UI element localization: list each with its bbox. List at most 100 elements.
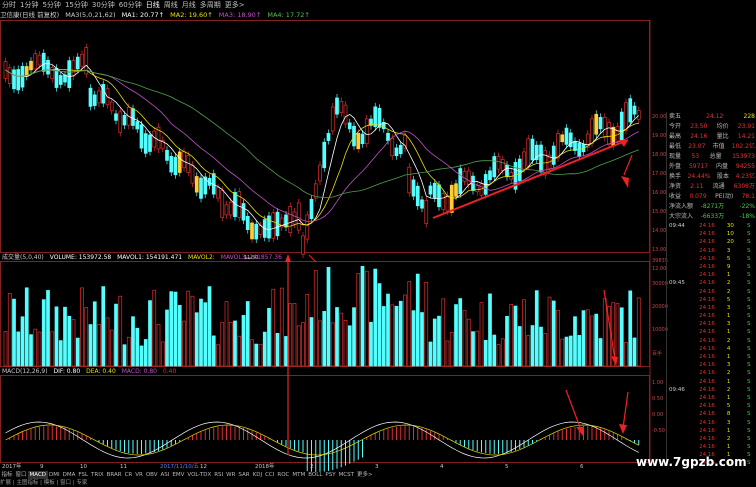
volume-bar [288, 303, 293, 367]
indicator-tab-20[interactable]: MTM [291, 471, 307, 479]
candle-body [522, 151, 526, 170]
tick-p: 24.16 [699, 337, 715, 344]
volume-bar [326, 267, 331, 367]
quote-k: 净流入额 [669, 203, 694, 210]
tick-list[interactable]: 09:44 24.16 30 S 24.16 10 S 24.16 20 S 24.16 3 S 24.1… [667, 222, 756, 468]
tick-row: 09:44 24.16 30 S [667, 222, 756, 230]
volume-bar [437, 315, 441, 367]
indicator-tab-18[interactable]: CCI [264, 471, 276, 479]
candle-body [305, 214, 310, 240]
volume-bar [305, 294, 310, 367]
indicator-tab-23[interactable]: MCST [337, 471, 355, 479]
volume-bar [296, 325, 301, 367]
tick-v: 1 [726, 378, 731, 385]
indicator-tab-7[interactable]: BRAR [105, 471, 123, 479]
volume-bar [148, 300, 152, 367]
candle-body [411, 179, 416, 197]
tick-s: S [746, 362, 751, 369]
quote-v2: 23.91 [737, 123, 755, 130]
candle-body [390, 137, 395, 157]
candle-body [169, 156, 174, 173]
tick-t [669, 394, 687, 402]
arrow-head-icon [576, 427, 584, 436]
quote-v2: 14.21 [737, 133, 755, 140]
tick-t [669, 402, 687, 410]
indicator-tab-17[interactable]: KDJ [251, 471, 263, 479]
volume-bar [475, 330, 480, 367]
candle-body [220, 189, 225, 218]
indicator-tab-5[interactable]: FSL [77, 471, 90, 479]
indicator-tab-15[interactable]: WR [225, 471, 237, 479]
candle-body [628, 98, 633, 123]
volume-bar [632, 337, 637, 367]
indicator-tab-21[interactable]: BOLL [307, 471, 324, 479]
volume-bar [573, 316, 577, 367]
candle-body [526, 138, 531, 167]
indicator-tab-16[interactable]: SAR [237, 471, 251, 479]
tick-p: 24.16 [699, 435, 715, 442]
candle-body [500, 159, 505, 171]
indicator-tab-14[interactable]: RSI [213, 471, 225, 479]
indicator-tab-24[interactable]: 更多> [356, 471, 375, 479]
indicator-tab-1[interactable]: 窗口 [14, 471, 28, 479]
indicator-tab-9[interactable]: VR [134, 471, 145, 479]
quote-k2: 内盘 [715, 163, 728, 170]
candle-body [16, 69, 21, 91]
indicator-tab-8[interactable]: CR [123, 471, 134, 479]
volume-bar [237, 335, 242, 367]
quote-k: 大宗流入 [669, 213, 694, 220]
tick-s: S [746, 419, 751, 426]
indicator-tab-22[interactable]: PSY [324, 471, 337, 479]
candle-body [424, 200, 429, 224]
indicator-tab-13[interactable]: VOL-TDX [186, 471, 213, 479]
quote-k2: 量比 [716, 133, 729, 140]
indicator-tab-3[interactable]: DMI [48, 471, 62, 479]
volume-bar [483, 340, 488, 367]
tick-v: 3 [726, 362, 731, 369]
quote-panel: 卖五 24.12 228 今开 23.50 均价 23.91 最高 24.16 量比 14.2… [666, 112, 756, 466]
volume-bar [360, 265, 365, 367]
tick-p: 24.16 [699, 321, 715, 328]
candle-body [632, 105, 637, 115]
indicator-tab-0[interactable]: 指标 [0, 471, 14, 479]
candle-body [573, 140, 577, 151]
candle-body [71, 60, 76, 77]
candle-body [173, 156, 178, 176]
tick-v: 5 [726, 255, 731, 262]
indicator-tab-6[interactable]: TRIX [90, 471, 106, 479]
volume-bar [424, 281, 429, 367]
candle-body [441, 193, 446, 210]
quote-title-right: 228 [743, 113, 755, 120]
volume-bar [250, 339, 254, 367]
quote-v: 53 [691, 153, 700, 160]
indicator-tab-10[interactable]: OBV [144, 471, 159, 479]
indicator-tab-11[interactable]: ASI [159, 471, 171, 479]
tick-p: 24.16 [699, 378, 715, 385]
tick-s: S [746, 354, 751, 360]
moving-average-lines [5, 62, 640, 231]
indicator-tab-2[interactable]: MACD [28, 471, 48, 479]
vol-mavol1-value: MAVOL1: 154191.471 [117, 254, 183, 261]
volume-bar [160, 341, 165, 367]
volume-bar [496, 344, 501, 367]
candle-body [135, 121, 140, 130]
indicator-tab-4[interactable]: DMA [61, 471, 77, 479]
volume-bar [16, 331, 21, 367]
volume-bar [37, 331, 42, 367]
volume-bar [152, 289, 157, 367]
chart-canvas[interactable] [0, 0, 756, 487]
candle-body [432, 182, 437, 199]
tick-p: 24.16 [699, 411, 715, 418]
tick-row: 24.16 1 S [667, 394, 756, 402]
tick-t [669, 255, 687, 263]
candle-body [254, 223, 259, 240]
tick-s: S [746, 411, 751, 418]
candle-body [607, 122, 611, 145]
indicator-tab-19[interactable]: ROC [276, 471, 291, 479]
time-axis: 2017年 9 10 11 2017/11/10/五 12 2018年 2 3 4 5 6 [0, 463, 650, 471]
tick-s: S [746, 460, 751, 467]
indicator-tab-12[interactable]: EMV [171, 471, 186, 479]
candle-body [258, 225, 263, 235]
candlestick-series [3, 43, 641, 259]
candle-body [143, 133, 148, 154]
